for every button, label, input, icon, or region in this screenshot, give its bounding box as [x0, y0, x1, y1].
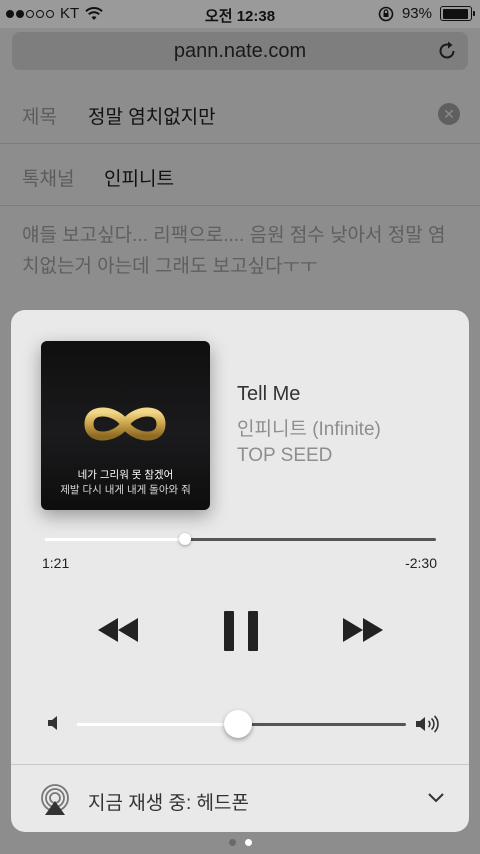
- rotation-lock-icon: [378, 6, 394, 21]
- track-title: Tell Me: [237, 383, 301, 405]
- album-caption-line2: 제발 다시 내게 내게 돌아와 줘: [60, 484, 191, 496]
- fast-forward-button[interactable]: [341, 615, 385, 645]
- battery-icon: [440, 6, 475, 21]
- pause-button[interactable]: [221, 610, 261, 652]
- post-body-text[interactable]: 얘들 보고싶다... 리팩으로.... 음원 점수 낮아서 정말 염치없는거 아…: [22, 220, 462, 282]
- reload-icon[interactable]: [436, 40, 458, 62]
- album-art: 네가 그리워 못 참겠어 제발 다시 내게 내게 돌아와 줘: [41, 341, 210, 510]
- post-form: 제목 정말 염치없지만 ✕ 톡채널 인피니트: [0, 82, 480, 206]
- time-elapsed: 1:21: [42, 555, 70, 571]
- page-dot: [228, 839, 236, 846]
- time-remaining: -2:30: [405, 555, 437, 571]
- infinity-logo: [84, 407, 166, 441]
- channel-label: 톡채널: [22, 169, 75, 190]
- url-text: pann.nate.com: [173, 39, 307, 62]
- now-playing-panel: 네가 그리워 못 참겠어 제발 다시 내게 내게 돌아와 줘 Tell Me 인…: [11, 310, 469, 832]
- airplay-label: 지금 재생 중: 헤드폰: [88, 793, 249, 814]
- battery-fill: [442, 8, 468, 19]
- battery-percent: 93%: [401, 5, 432, 22]
- album-caption-line1: 네가 그리워 못 참겠어: [77, 469, 174, 481]
- title-field[interactable]: 정말 염치없지만: [88, 102, 216, 129]
- track-album: TOP SEED: [237, 445, 333, 466]
- channel-row[interactable]: 톡채널 인피니트: [0, 144, 480, 206]
- progress-slider[interactable]: [44, 533, 436, 545]
- volume-slider[interactable]: [76, 710, 406, 738]
- progress-knob[interactable]: [179, 533, 192, 545]
- channel-value[interactable]: 인피니트: [104, 164, 174, 191]
- title-label: 제목: [22, 107, 57, 128]
- page-dot-active: [244, 839, 252, 846]
- address-bar[interactable]: pann.nate.com: [12, 32, 468, 70]
- progress-fill: [44, 538, 186, 541]
- volume-fill: [76, 723, 238, 726]
- chevron-down-icon[interactable]: [427, 792, 445, 804]
- track-artist: 인피니트 (Infinite): [237, 419, 381, 440]
- volume-low-icon: [48, 716, 57, 730]
- volume-knob[interactable]: [223, 710, 252, 738]
- rewind-button[interactable]: [96, 615, 140, 645]
- airplay-row[interactable]: 지금 재생 중: 헤드폰: [11, 764, 469, 832]
- status-bar: KT 오전 12:38 93%: [0, 0, 480, 28]
- clear-icon[interactable]: ✕: [438, 103, 460, 125]
- airplay-icon[interactable]: [39, 784, 71, 816]
- status-right: 93%: [378, 5, 475, 22]
- page-indicator: [0, 839, 480, 846]
- title-row[interactable]: 제목 정말 염치없지만 ✕: [0, 82, 480, 144]
- volume-high-icon: [416, 715, 439, 733]
